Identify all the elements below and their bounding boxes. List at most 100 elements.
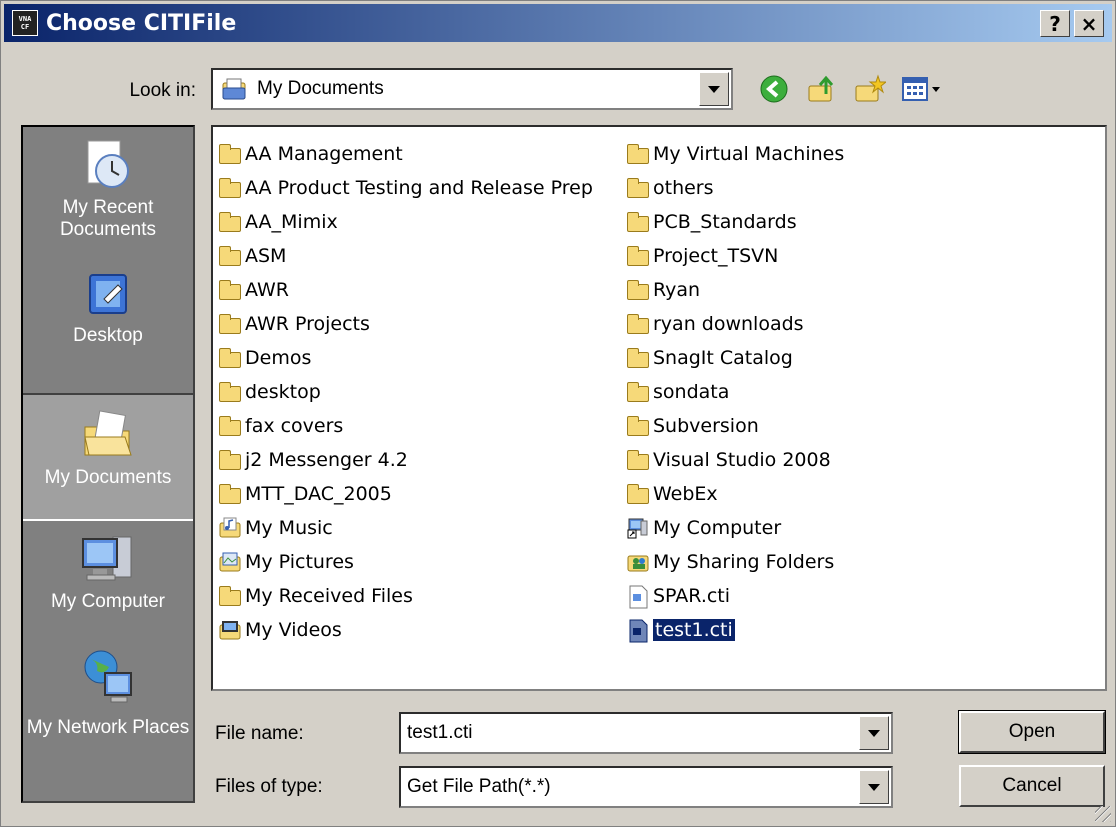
new-folder-icon [855, 74, 886, 102]
list-item[interactable]: AWR Projects [219, 307, 593, 341]
chevron-down-icon [868, 783, 880, 791]
list-item[interactable]: My Computer [627, 511, 844, 545]
place-desktop[interactable]: Desktop [23, 269, 193, 347]
place-label: My Recent Documents [59, 197, 157, 240]
close-button[interactable]: × [1074, 10, 1104, 37]
list-item[interactable]: My Received Files [219, 579, 593, 613]
list-item[interactable]: AWR [219, 273, 593, 307]
list-item[interactable]: others [627, 171, 844, 205]
folder-icon [219, 178, 241, 198]
place-my-computer[interactable]: My Computer [23, 531, 193, 613]
file-list-column-2: My Virtual Machines others PCB_Standards… [627, 137, 844, 647]
file-name-dropdown-button[interactable] [859, 716, 889, 750]
list-item[interactable]: fax covers [219, 409, 593, 443]
place-my-recent-documents[interactable]: My Recent Documents [23, 137, 193, 241]
my-computer-shortcut-icon [627, 518, 648, 539]
cancel-button[interactable]: Cancel [959, 765, 1105, 807]
folder-icon [627, 246, 649, 266]
list-item[interactable]: sondata [627, 375, 844, 409]
look-in-dropdown-button[interactable] [699, 72, 729, 106]
view-menu-button[interactable] [900, 71, 946, 107]
file-name-value: test1.cti [407, 722, 473, 743]
list-item[interactable]: ASM [219, 239, 593, 273]
vna-app-icon: VNA CF [12, 10, 38, 36]
folder-icon [627, 348, 649, 368]
folder-icon [627, 450, 649, 470]
list-item[interactable]: SPAR.cti [627, 579, 844, 613]
list-item[interactable]: My Music [219, 511, 593, 545]
list-item[interactable]: My Virtual Machines [627, 137, 844, 171]
list-item[interactable]: My Videos [219, 613, 593, 647]
file-list-column-1: AA Management AA Product Testing and Rel… [219, 137, 593, 647]
new-folder-button[interactable] [852, 71, 888, 107]
list-item[interactable]: Demos [219, 341, 593, 375]
list-item[interactable]: WebEx [627, 477, 844, 511]
chevron-down-icon [868, 729, 880, 737]
my-documents-small-icon [222, 78, 246, 100]
list-item[interactable]: SnagIt Catalog [627, 341, 844, 375]
list-item[interactable]: j2 Messenger 4.2 [219, 443, 593, 477]
folder-icon [219, 348, 241, 368]
place-my-documents[interactable]: My Documents [23, 393, 193, 521]
list-item[interactable]: Ryan [627, 273, 844, 307]
folder-icon [627, 178, 649, 198]
music-folder-icon [219, 517, 241, 538]
title-bar[interactable]: VNA CF Choose CITIFile ? × [4, 4, 1112, 42]
view-menu-icon [902, 77, 940, 101]
folder-icon [627, 416, 649, 436]
place-label: My Network Places [26, 717, 190, 738]
list-item[interactable]: ryan downloads [627, 307, 844, 341]
folder-icon [219, 586, 241, 606]
pictures-folder-icon [219, 552, 241, 572]
folder-icon [219, 416, 241, 436]
folder-icon [219, 450, 241, 470]
back-button[interactable] [756, 71, 792, 107]
folder-icon [627, 382, 649, 402]
place-label: Desktop [73, 325, 143, 346]
list-item[interactable]: My Pictures [219, 545, 593, 579]
list-item[interactable]: AA_Mimix [219, 205, 593, 239]
place-label: My Computer [50, 591, 166, 612]
list-item[interactable]: My Sharing Folders [627, 545, 844, 579]
choose-citifile-dialog: VNA CF Choose CITIFile ? × Look in: My D… [0, 0, 1116, 827]
list-item[interactable]: Project_TSVN [627, 239, 844, 273]
list-item[interactable]: desktop [219, 375, 593, 409]
list-item[interactable]: PCB_Standards [627, 205, 844, 239]
files-of-type-dropdown-button[interactable] [859, 770, 889, 804]
list-item[interactable]: Subversion [627, 409, 844, 443]
file-list[interactable]: AA Management AA Product Testing and Rel… [211, 125, 1107, 691]
my-documents-icon [84, 410, 132, 456]
files-of-type-dropdown[interactable]: Get File Path(*.*) [399, 766, 893, 808]
help-button[interactable]: ? [1040, 10, 1070, 37]
look-in-label: Look in: [129, 80, 196, 101]
folder-icon [627, 144, 649, 164]
list-item[interactable]: Visual Studio 2008 [627, 443, 844, 477]
sharing-folders-icon [627, 555, 649, 572]
folder-icon [627, 212, 649, 232]
file-icon [629, 619, 648, 643]
files-of-type-label: Files of type: [215, 776, 323, 797]
list-item[interactable]: AA Management [219, 137, 593, 171]
place-my-network-places[interactable]: My Network Places [23, 647, 193, 739]
navigation-toolbar [756, 71, 946, 107]
look-in-value: My Documents [257, 78, 384, 99]
look-in-dropdown[interactable]: My Documents [211, 68, 733, 110]
file-name-field[interactable]: test1.cti [399, 712, 893, 754]
folder-icon [219, 484, 241, 504]
folder-icon [627, 314, 649, 334]
folder-icon [219, 144, 241, 164]
folder-icon [627, 484, 649, 504]
folder-icon [219, 382, 241, 402]
up-folder-icon [808, 75, 834, 102]
file-icon [629, 585, 648, 609]
list-item-selected[interactable]: test1.cti [627, 613, 844, 647]
videos-folder-icon [219, 621, 241, 640]
list-item[interactable]: AA Product Testing and Release Prep [219, 171, 593, 205]
open-button[interactable]: Open [958, 710, 1106, 754]
folder-icon [219, 314, 241, 334]
list-item[interactable]: MTT_DAC_2005 [219, 477, 593, 511]
window-title: Choose CITIFile [46, 10, 237, 36]
resize-grip[interactable] [1095, 806, 1111, 822]
recent-documents-icon [87, 140, 129, 188]
up-one-level-button[interactable] [804, 71, 840, 107]
